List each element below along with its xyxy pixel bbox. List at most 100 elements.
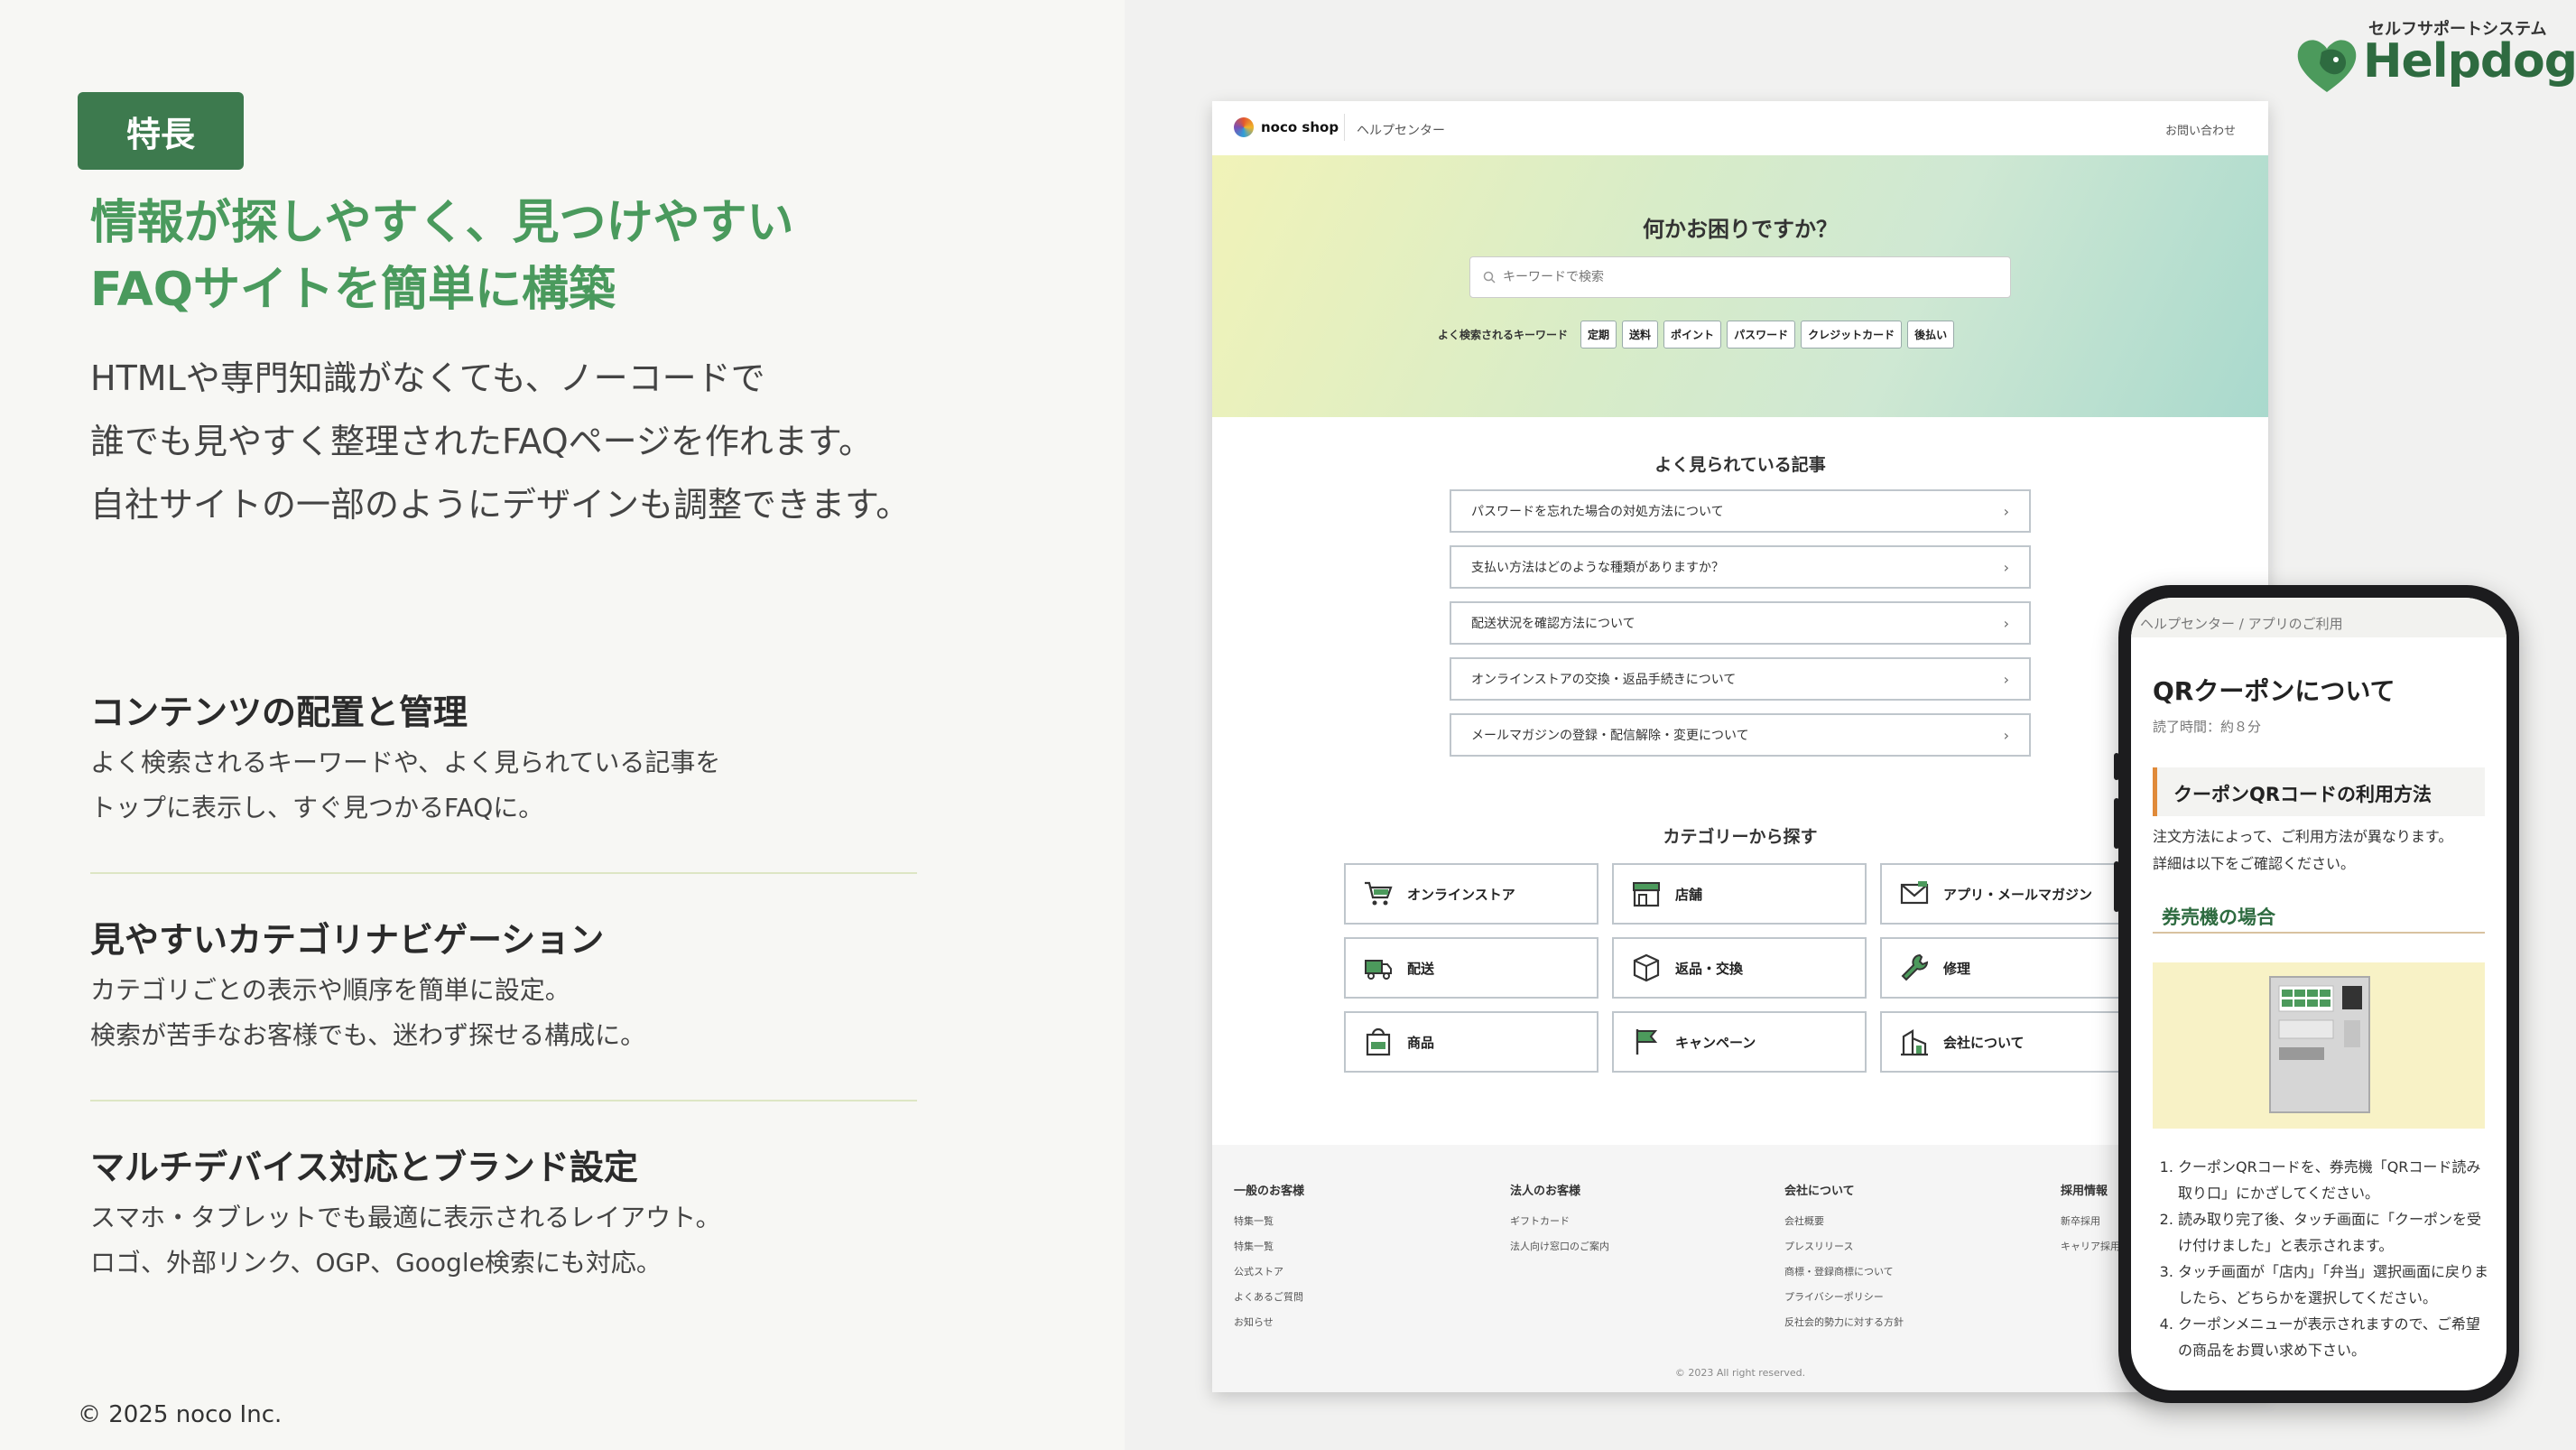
footer-link[interactable]: 法人向け窓口のご案内 [1510, 1234, 1609, 1259]
footer-link[interactable]: ギフトカード [1510, 1209, 1609, 1234]
step-item: タッチ画面が「店内」「弁当」選択画面に戻りましたら、どちらかを選択してください。 [2178, 1259, 2488, 1311]
section-text-multidevice: スマホ・タブレットでも最適に表示されるレイアウト。 ロゴ、外部リンク、OGP、G… [90, 1195, 721, 1286]
category-store[interactable]: 店舗 [1612, 863, 1867, 925]
keyword-chip[interactable]: 送料 [1622, 321, 1659, 349]
cart-icon [1365, 881, 1393, 906]
footer-link[interactable]: よくあるご質問 [1234, 1285, 1304, 1310]
phone-screen: ヘルプセンター / アプリのご利用 QRクーポンについて 読了時間：約８分 クー… [2131, 598, 2507, 1390]
feature-panel: 特長 情報が探しやすく、見つけやすい FAQサイトを簡単に構築 HTMLや専門知… [0, 0, 1125, 1450]
helpdog-logo: セルフサポートシステム Helpdog [2294, 13, 2576, 94]
category-delivery[interactable]: 配送 [1344, 937, 1598, 999]
article-link[interactable]: オンラインストアの交換・返品手続きについて › [1450, 657, 2031, 701]
section-line: ロゴ、外部リンク、OGP、Google検索にも対応。 [90, 1248, 662, 1278]
section-title-multidevice: マルチデバイス対応とブランド設定 [90, 1148, 638, 1187]
chevron-right-icon: › [2003, 502, 2009, 520]
category-label: 配送 [1407, 960, 1435, 977]
article-title: QRクーポンについて [2153, 676, 2395, 706]
keyword-chip[interactable]: 定期 [1580, 321, 1617, 349]
site-footer: 一般のお客様 特集一覧 特集一覧 公式ストア よくあるご質問 お知らせ 法人のお… [1212, 1145, 2268, 1392]
footer-column: 採用情報 新卒採用 キャリア採用 [2061, 1181, 2120, 1259]
headline: 情報が探しやすく、見つけやすい FAQサイトを簡単に構築 [90, 190, 793, 323]
section-line: スマホ・タブレットでも最適に表示されるレイアウト。 [90, 1203, 721, 1232]
footer-link[interactable]: プレスリリース [1784, 1234, 1904, 1259]
phone-mockup: ヘルプセンター / アプリのご利用 QRクーポンについて 読了時間：約８分 クー… [2114, 585, 2519, 1403]
step-item: クーポンメニューが表示されますので、ご希望の商品をお買い求め下さい。 [2178, 1311, 2488, 1363]
lead-line: 自社サイトの一部のようにデザインも調整できます。 [90, 485, 911, 525]
keyword-chip[interactable]: パスワード [1727, 321, 1796, 349]
section-line: トップに表示し、すぐ見つかるFAQに。 [90, 793, 544, 823]
category-label: 修理 [1943, 960, 1971, 977]
category-company[interactable]: 会社について [1880, 1011, 2135, 1073]
category-repair[interactable]: 修理 [1880, 937, 2135, 999]
footer-column: 一般のお客様 特集一覧 特集一覧 公式ストア よくあるご質問 お知らせ [1234, 1181, 1304, 1335]
lead-line: 誰でも見やすく整理されたFAQページを作れます。 [90, 422, 874, 461]
lead-text: HTMLや専門知識がなくても、ノーコードで 誰でも見やすく整理されたFAQページ… [90, 347, 910, 536]
footer-link[interactable]: 特集一覧 [1234, 1209, 1304, 1234]
divider [90, 1100, 917, 1101]
keywords-label: よく検索されるキーワード [1438, 329, 1569, 341]
contact-link[interactable]: お問い合わせ [2165, 121, 2236, 138]
building-icon [1901, 1029, 1928, 1056]
category-label: オンラインストア [1407, 886, 1515, 903]
phone-side-button [2114, 753, 2119, 780]
section-line: カテゴリごとの表示や順序を簡単に設定。 [90, 975, 570, 1005]
footer-link[interactable]: 商標・登録商標について [1784, 1259, 1904, 1285]
category-campaign[interactable]: キャンペーン [1612, 1011, 1867, 1073]
footer-copyright: © 2023 All right reserved. [1674, 1367, 1806, 1379]
footer-link[interactable]: 会社概要 [1784, 1209, 1904, 1234]
footer-heading: 一般のお客様 [1234, 1185, 1305, 1198]
site-logo[interactable]: noco shop [1234, 117, 1339, 137]
hero: 何かお困りですか？ よく検索されるキーワード 定期 送料 ポイント パスワード … [1212, 155, 2268, 417]
breadcrumb[interactable]: ヘルプセンター / アプリのご利用 [2131, 598, 2507, 637]
section-title-category: 見やすいカテゴリナビゲーション [90, 920, 605, 960]
footer-link[interactable]: プライバシーポリシー [1784, 1285, 1904, 1310]
hero-title: 何かお困りですか？ [1643, 217, 1838, 242]
ticket-machine-icon [2269, 976, 2370, 1113]
article-title: パスワードを忘れた場合の対処方法について [1471, 505, 1724, 519]
headline-line: FAQサイトを簡単に構築 [90, 263, 616, 317]
footer-link[interactable]: お知らせ [1234, 1310, 1304, 1335]
category-online-store[interactable]: オンラインストア [1344, 863, 1598, 925]
read-time: 読了時間：約８分 [2153, 719, 2262, 735]
sub-heading: 券売機の場合 [2153, 890, 2485, 934]
brand-name: noco shop [1261, 119, 1339, 135]
popular-keywords: よく検索されるキーワード 定期 送料 ポイント パスワード クレジットカード 後… [1438, 321, 1955, 349]
mail-icon [1900, 881, 1929, 905]
footer-column: 法人のお客様 ギフトカード 法人向け窓口のご案内 [1510, 1181, 1609, 1259]
category-app-mail[interactable]: アプリ・メールマガジン [1880, 863, 2135, 925]
footer-link[interactable]: 新卒採用 [2061, 1209, 2120, 1234]
section-text-category: カテゴリごとの表示や順序を簡単に設定。 検索が苦手なお客様でも、迷わず探せる構成… [90, 968, 645, 1058]
store-icon [1633, 882, 1660, 907]
footer-link[interactable]: 公式ストア [1234, 1259, 1304, 1285]
category-label: 会社について [1943, 1034, 2025, 1051]
footer-heading: 法人のお客様 [1510, 1185, 1581, 1198]
article-link[interactable]: メールマガジンの登録・配信解除・変更について › [1450, 713, 2031, 757]
article-title: 配送状況を確認方法について [1471, 617, 1635, 631]
phone-side-button [2114, 798, 2119, 849]
category-products[interactable]: 商品 [1344, 1011, 1598, 1073]
keyword-chip[interactable]: クレジットカード [1801, 321, 1903, 349]
category-return[interactable]: 返品・交換 [1612, 937, 1867, 999]
intro-text: 注文方法によって、ご利用方法が異なります。 詳細は以下をご確認ください。 [2153, 823, 2452, 878]
keyword-chip[interactable]: 後払い [1907, 321, 1955, 349]
article-title: メールマガジンの登録・配信解除・変更について [1471, 729, 1749, 743]
phone-side-button [2114, 861, 2119, 912]
footer-link[interactable]: キャリア採用 [2061, 1234, 2120, 1259]
search-input[interactable] [1503, 270, 1990, 284]
search-box[interactable] [1469, 256, 2011, 298]
desktop-mockup: noco shop ヘルプセンター お問い合わせ 何かお困りですか？ よく検索さ… [1212, 101, 2268, 1392]
chevron-right-icon: › [2003, 558, 2009, 576]
article-link[interactable]: 支払い方法はどのような種類がありますか？ › [1450, 545, 2031, 589]
brand-circle-icon [1234, 117, 1254, 137]
article-link[interactable]: パスワードを忘れた場合の対処方法について › [1450, 489, 2031, 533]
article-link[interactable]: 配送状況を確認方法について › [1450, 601, 2031, 645]
section-heading: クーポンQRコードの利用方法 [2153, 767, 2485, 816]
footer-link[interactable]: 特集一覧 [1234, 1234, 1304, 1259]
bag-icon [1366, 1027, 1391, 1056]
chevron-right-icon: › [2003, 614, 2009, 632]
keyword-chip[interactable]: ポイント [1663, 321, 1722, 349]
footer-heading: 採用情報 [2061, 1185, 2108, 1198]
copyright: © 2025 noco Inc. [78, 1401, 283, 1428]
section-line: 検索が苦手なお客様でも、迷わず探せる構成に。 [90, 1020, 646, 1050]
footer-link[interactable]: 反社会的勢力に対する方針 [1784, 1310, 1904, 1335]
